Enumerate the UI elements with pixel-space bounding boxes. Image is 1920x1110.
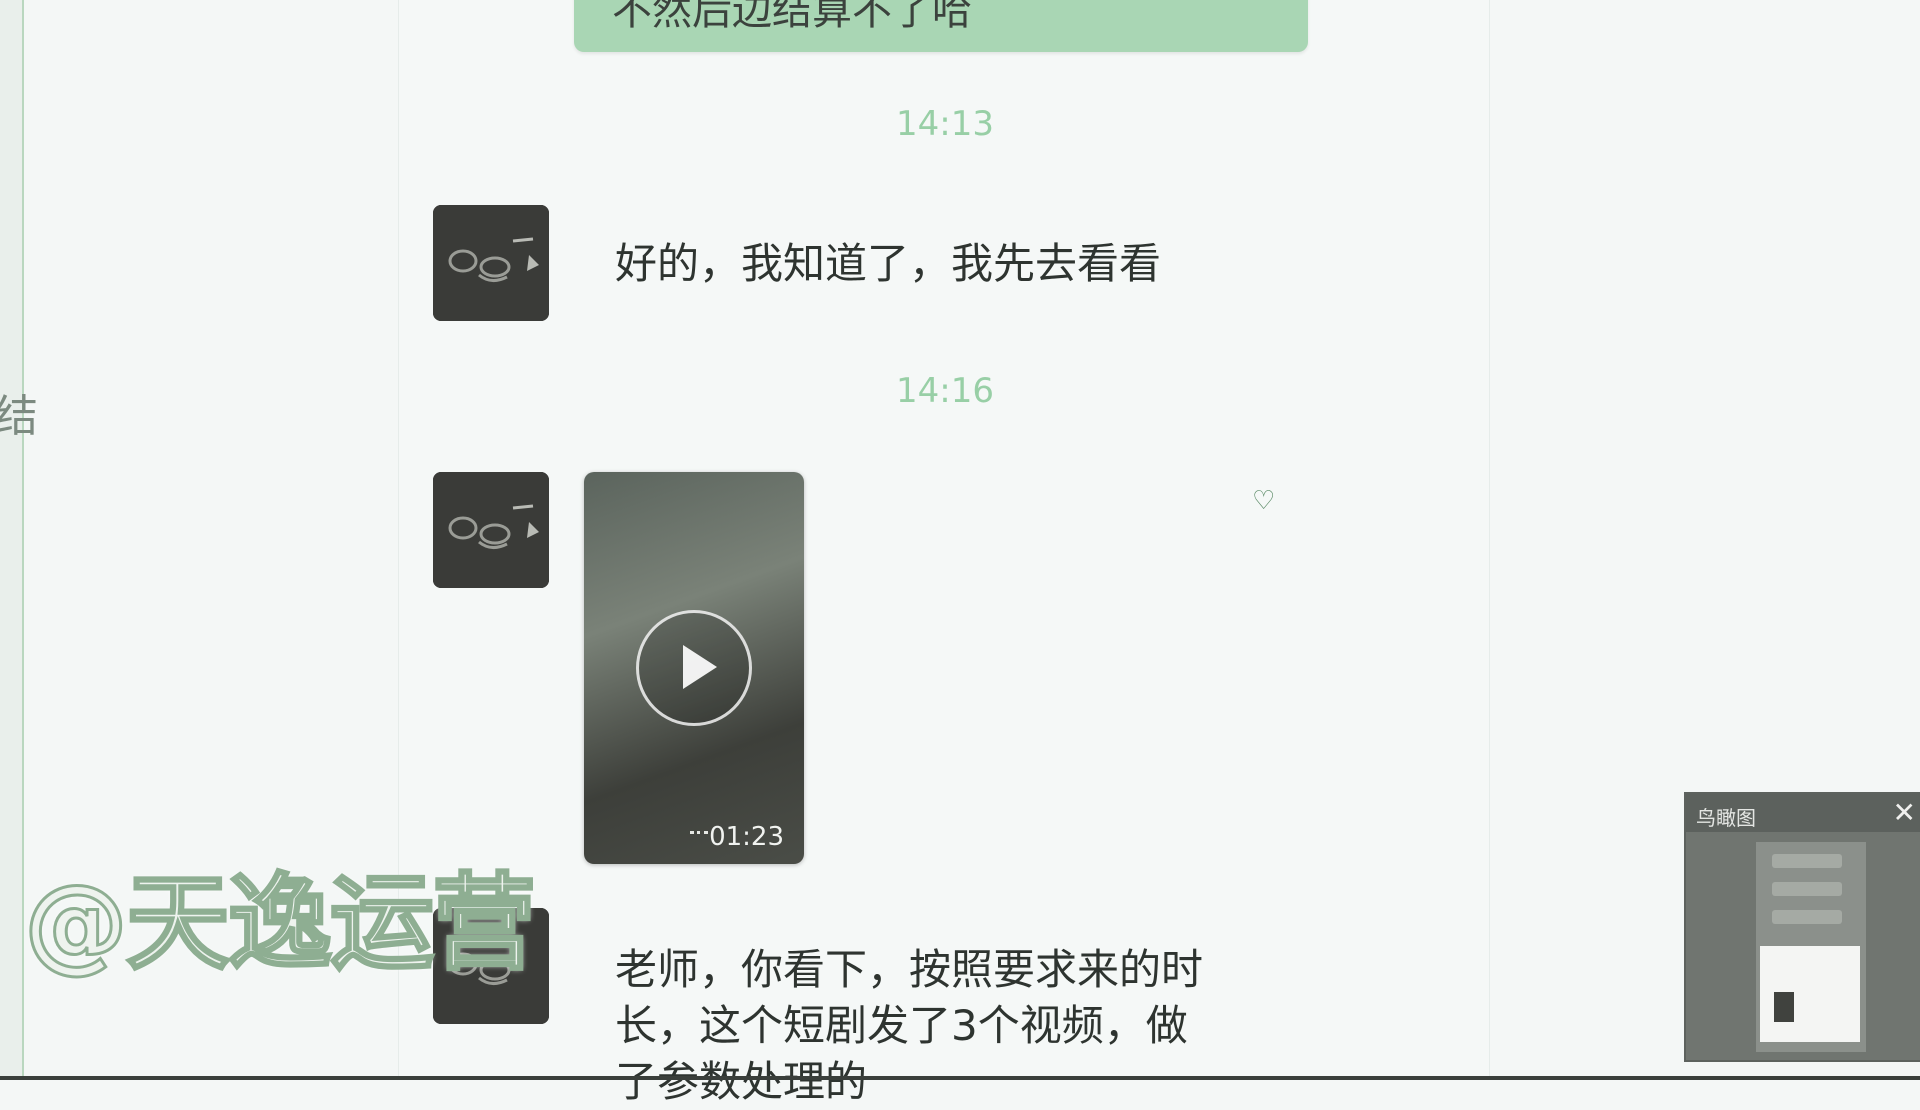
avatar-icon bbox=[433, 205, 549, 321]
avatar-icon bbox=[433, 472, 549, 588]
overview-header[interactable]: 鸟瞰图 ✕ bbox=[1686, 794, 1920, 832]
bottom-bar bbox=[0, 1076, 1920, 1080]
avatar[interactable] bbox=[433, 205, 549, 321]
chat-bubble-outgoing[interactable]: 不然后边结算不了哈 bbox=[574, 0, 1308, 52]
left-panel-edge: 结 bbox=[0, 0, 38, 1080]
preview-row bbox=[1772, 910, 1842, 924]
timestamp: 14:16 bbox=[896, 371, 994, 411]
video-duration: 01:23 bbox=[709, 822, 784, 852]
preview-row bbox=[1772, 854, 1842, 868]
avatar[interactable] bbox=[433, 472, 549, 588]
chat-area bbox=[398, 0, 1490, 1080]
left-panel-fragment: 结 bbox=[0, 391, 38, 442]
play-icon bbox=[683, 645, 717, 689]
timestamp: 14:13 bbox=[896, 104, 994, 144]
message-text-line[interactable]: 了参数处理的 bbox=[615, 1054, 867, 1110]
overview-preview[interactable] bbox=[1756, 842, 1866, 1052]
preview-thumbnail bbox=[1774, 992, 1794, 1022]
watermark: @天逸运营 bbox=[22, 861, 537, 986]
video-icon bbox=[690, 831, 708, 840]
message-text-line[interactable]: 长，这个短剧发了3个视频，做 bbox=[615, 998, 1188, 1054]
preview-row bbox=[1772, 882, 1842, 896]
message-text-line[interactable]: 老师，你看下，按照要求来的时 bbox=[615, 942, 1203, 998]
video-message[interactable]: 01:23 bbox=[584, 472, 804, 864]
preview-card bbox=[1760, 946, 1860, 1042]
loading-icon: ♡ bbox=[1252, 486, 1276, 516]
message-text[interactable]: 好的，我知道了，我先去看看 bbox=[615, 236, 1161, 292]
overview-title: 鸟瞰图 bbox=[1696, 806, 1756, 830]
message-text: 不然后边结算不了哈 bbox=[612, 0, 972, 34]
close-icon[interactable]: ✕ bbox=[1893, 796, 1916, 829]
overview-window[interactable]: 鸟瞰图 ✕ bbox=[1684, 792, 1920, 1062]
play-button[interactable] bbox=[636, 610, 752, 726]
